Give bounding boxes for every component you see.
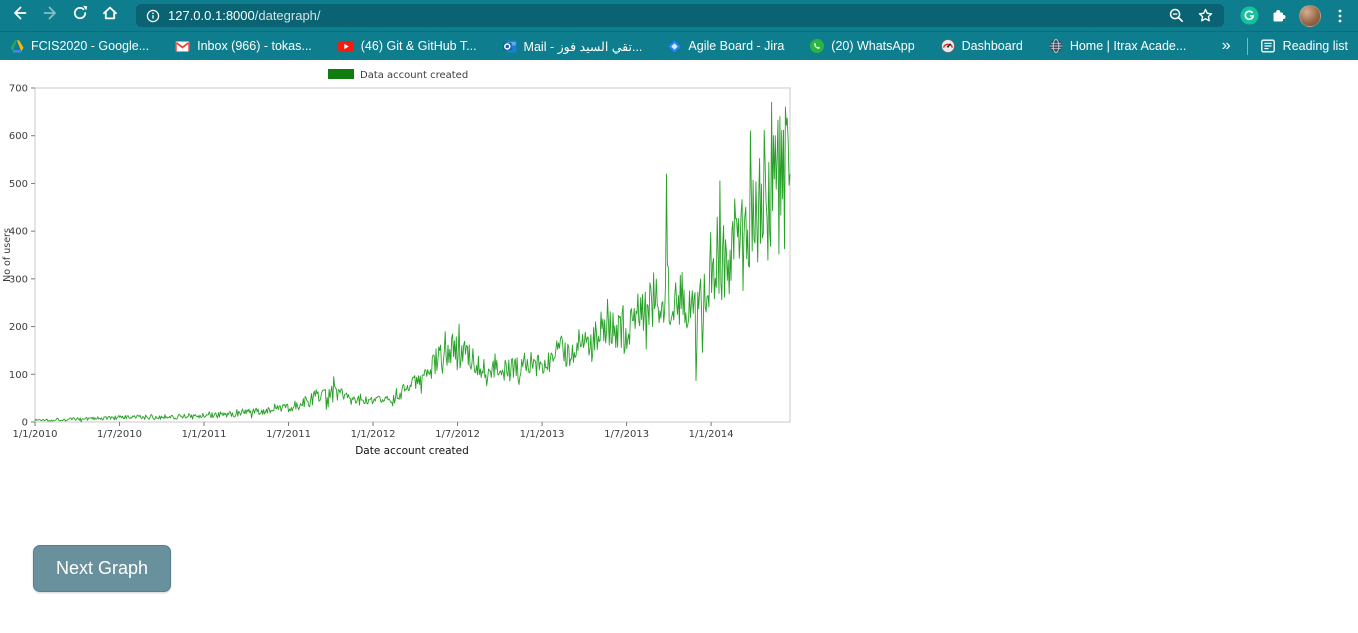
- svg-text:1/1/2011: 1/1/2011: [182, 429, 227, 440]
- bookmark-item[interactable]: Inbox (966) - tokas...: [175, 39, 312, 53]
- bookmark-label: (46) Git & GitHub T...: [360, 39, 477, 53]
- svg-text:100: 100: [9, 370, 28, 381]
- bookmark-item[interactable]: FCIS2020 - Google...: [10, 39, 149, 53]
- legend-swatch: [328, 69, 354, 79]
- svg-text:1/7/2010: 1/7/2010: [97, 429, 142, 440]
- bookmarks-overflow-chevron[interactable]: »: [1218, 38, 1235, 54]
- bookmark-item[interactable]: Mail - تقي السيد فوز...: [502, 39, 643, 54]
- bookmark-label: Agile Board - Jira: [688, 39, 785, 53]
- address-bar[interactable]: 127.0.0.1:8000/dategraph/: [136, 4, 1224, 27]
- svg-text:1/1/2014: 1/1/2014: [689, 429, 734, 440]
- user-growth-chart: 01002003004005006007001/1/2010 1/7/2010 1/…: [2, 69, 791, 457]
- url-host: 127.0.0.1:8000: [168, 8, 255, 23]
- globe-icon: [1049, 39, 1063, 53]
- svg-text:600: 600: [9, 131, 28, 142]
- back-icon: [11, 4, 29, 27]
- outlook-icon: [502, 40, 517, 53]
- reading-list-icon: [1260, 38, 1276, 54]
- bookmark-label: Inbox (966) - tokas...: [197, 39, 312, 53]
- dashboard-icon: [940, 39, 955, 53]
- divider: [1246, 37, 1248, 55]
- whatsapp-icon: [810, 39, 825, 53]
- reload-button[interactable]: [66, 2, 94, 30]
- back-button[interactable]: [6, 2, 34, 30]
- bookmark-item[interactable]: (46) Git & GitHub T...: [337, 39, 477, 53]
- svg-text:0: 0: [22, 418, 28, 429]
- bookmark-item[interactable]: Home | Itrax Acade...: [1049, 39, 1187, 53]
- bookmark-label: Dashboard: [961, 39, 1023, 53]
- next-graph-button[interactable]: Next Graph: [33, 545, 172, 592]
- extensions-puzzle-icon[interactable]: [1270, 7, 1288, 25]
- info-icon[interactable]: [146, 9, 160, 23]
- bookmark-label: (20) WhatsApp: [831, 39, 915, 53]
- svg-text:500: 500: [9, 179, 28, 190]
- bookmark-star-icon[interactable]: [1197, 7, 1214, 24]
- url-path: /dategraph/: [254, 8, 321, 23]
- svg-text:200: 200: [9, 322, 28, 333]
- bookmark-item[interactable]: (20) WhatsApp: [810, 39, 915, 53]
- url-text: 127.0.0.1:8000/dategraph/: [168, 8, 321, 23]
- x-axis-label: Date account created: [355, 445, 469, 457]
- legend-label: Data account created: [360, 70, 468, 81]
- svg-text:1/1/2013: 1/1/2013: [520, 429, 565, 440]
- svg-text:1/1/2012: 1/1/2012: [351, 429, 396, 440]
- svg-text:700: 700: [9, 84, 28, 95]
- home-button[interactable]: [96, 2, 124, 30]
- profile-avatar[interactable]: [1299, 4, 1321, 27]
- bookmark-item[interactable]: Agile Board - Jira: [668, 39, 784, 53]
- jira-icon: [668, 39, 682, 53]
- bookmark-label: FCIS2020 - Google...: [31, 39, 150, 53]
- drive-icon: [10, 39, 24, 53]
- forward-button[interactable]: [36, 2, 64, 30]
- bookmark-item[interactable]: Dashboard: [940, 39, 1023, 53]
- home-icon: [101, 4, 119, 27]
- bookmarks-bar: FCIS2020 - Google... Inbox (966) - tokas.…: [0, 31, 1358, 60]
- youtube-icon: [337, 40, 354, 52]
- forward-icon: [41, 4, 59, 27]
- reload-icon: [71, 4, 89, 27]
- grammarly-extension-icon[interactable]: [1240, 6, 1259, 25]
- menu-kebab-icon[interactable]: [1332, 8, 1348, 24]
- reading-list-label: Reading list: [1282, 39, 1348, 53]
- zoom-icon[interactable]: [1168, 7, 1185, 24]
- bookmark-label: Mail - تقي السيد فوز...: [523, 39, 643, 54]
- svg-text:1/1/2010: 1/1/2010: [13, 429, 58, 440]
- svg-text:1/7/2011: 1/7/2011: [266, 429, 311, 440]
- reading-list-button[interactable]: Reading list: [1260, 38, 1348, 54]
- page-content: 0 100 200 300 400 500 600 700 1/1/2010 1/7/2010 1/…: [0, 60, 1358, 633]
- svg-text:1/7/2013: 1/7/2013: [604, 429, 649, 440]
- bookmark-label: Home | Itrax Acade...: [1069, 39, 1187, 53]
- gmail-icon: [175, 41, 190, 52]
- svg-text:1/7/2012: 1/7/2012: [435, 429, 480, 440]
- browser-toolbar: 127.0.0.1:8000/dategraph/: [0, 0, 1358, 31]
- y-axis-label: No of users: [2, 228, 13, 282]
